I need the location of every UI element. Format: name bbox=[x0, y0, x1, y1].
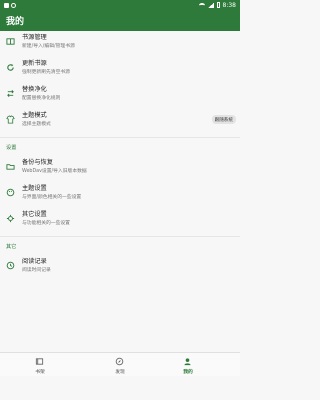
divider bbox=[0, 236, 240, 237]
other-settings-title: 其它设置 bbox=[22, 211, 47, 218]
theme-mode-title: 主题模式 bbox=[22, 112, 47, 119]
settings-list: 书源管理 新建/导入/编辑/管理书源 更新书源 强制更新刷先清空书源 替换净化 … bbox=[0, 31, 240, 352]
theme-mode-badge[interactable]: 跟随系统 bbox=[211, 115, 236, 124]
screen: 8:38 我的 书源管理 新建/导入/编辑/管理书源 更新书源 强制更新刷先清空… bbox=[0, 0, 240, 400]
compass-icon bbox=[114, 356, 124, 366]
backup-restore-title: 备份与恢复 bbox=[22, 159, 53, 166]
update-book-source-title: 更新书源 bbox=[22, 60, 47, 67]
status-right: 8:38 bbox=[198, 1, 236, 9]
person-icon bbox=[182, 356, 192, 366]
reading-record-title: 阅读记录 bbox=[22, 258, 47, 265]
other-section-label: 其它 bbox=[6, 244, 17, 250]
gear-icon bbox=[6, 214, 15, 223]
backup-restore-subtitle: WebDav设置/导入旧版本数据 bbox=[22, 169, 87, 174]
nav-mine[interactable]: 我的 bbox=[164, 353, 212, 377]
theme-mode-item[interactable]: 主题模式 选择主题模式 跟随系统 bbox=[0, 110, 240, 134]
settings-section-label: 设置 bbox=[6, 145, 17, 151]
reading-record-item[interactable]: 阅读记录 阅读时间记录 bbox=[0, 256, 240, 280]
update-book-source-subtitle: 强制更新刷先清空书源 bbox=[22, 70, 70, 75]
nav-bookshelf-label: 书架 bbox=[35, 370, 45, 375]
nav-mine-label: 我的 bbox=[183, 370, 193, 375]
theme-settings-subtitle: 与界面/颜色相关的一些设置 bbox=[22, 195, 82, 200]
book-source-management-subtitle: 新建/导入/编辑/管理书源 bbox=[22, 44, 75, 49]
theme-settings-title: 主题设置 bbox=[22, 185, 47, 192]
theme-settings-item[interactable]: 主题设置 与界面/颜色相关的一些设置 bbox=[0, 183, 240, 207]
divider bbox=[0, 137, 240, 138]
clock-icon bbox=[6, 261, 15, 270]
replace-purify-title: 替换净化 bbox=[22, 86, 47, 93]
book-source-management-item[interactable]: 书源管理 新建/导入/编辑/管理书源 bbox=[0, 32, 240, 56]
sync-icon bbox=[11, 2, 16, 8]
other-settings-item[interactable]: 其它设置 与功能相关的一些设置 bbox=[0, 209, 240, 233]
palette-icon bbox=[6, 188, 15, 197]
bottom-navigation: 书架 发现 我的 bbox=[0, 352, 240, 376]
status-left bbox=[4, 2, 16, 8]
theme-mode-subtitle: 选择主题模式 bbox=[22, 122, 51, 127]
shirt-icon bbox=[6, 115, 15, 124]
notification-icon bbox=[4, 2, 9, 8]
wifi-icon bbox=[198, 2, 205, 8]
system-nav-bar bbox=[0, 376, 240, 400]
book-management-icon bbox=[6, 37, 15, 46]
page-title: 我的 bbox=[6, 17, 25, 27]
replace-purify-item[interactable]: 替换净化 配置替换净化规则 bbox=[0, 84, 240, 108]
update-book-source-item[interactable]: 更新书源 强制更新刷先清空书源 bbox=[0, 58, 240, 82]
swap-icon bbox=[6, 89, 15, 98]
bookshelf-icon bbox=[34, 356, 44, 366]
book-source-management-title: 书源管理 bbox=[22, 34, 47, 41]
nav-discover[interactable]: 发现 bbox=[96, 353, 144, 377]
status-bar: 8:38 bbox=[0, 0, 240, 10]
refresh-icon bbox=[6, 63, 15, 72]
signal-icon bbox=[207, 2, 214, 8]
folder-icon bbox=[6, 162, 15, 171]
backup-restore-item[interactable]: 备份与恢复 WebDav设置/导入旧版本数据 bbox=[0, 157, 240, 181]
nav-bookshelf[interactable]: 书架 bbox=[16, 353, 64, 377]
reading-record-subtitle: 阅读时间记录 bbox=[22, 268, 51, 273]
status-time: 8:38 bbox=[222, 1, 236, 9]
battery-icon bbox=[216, 2, 220, 8]
nav-discover-label: 发现 bbox=[115, 370, 125, 375]
other-settings-subtitle: 与功能相关的一些设置 bbox=[22, 221, 70, 226]
app-bar: 我的 bbox=[0, 10, 240, 31]
replace-purify-subtitle: 配置替换净化规则 bbox=[22, 96, 61, 101]
